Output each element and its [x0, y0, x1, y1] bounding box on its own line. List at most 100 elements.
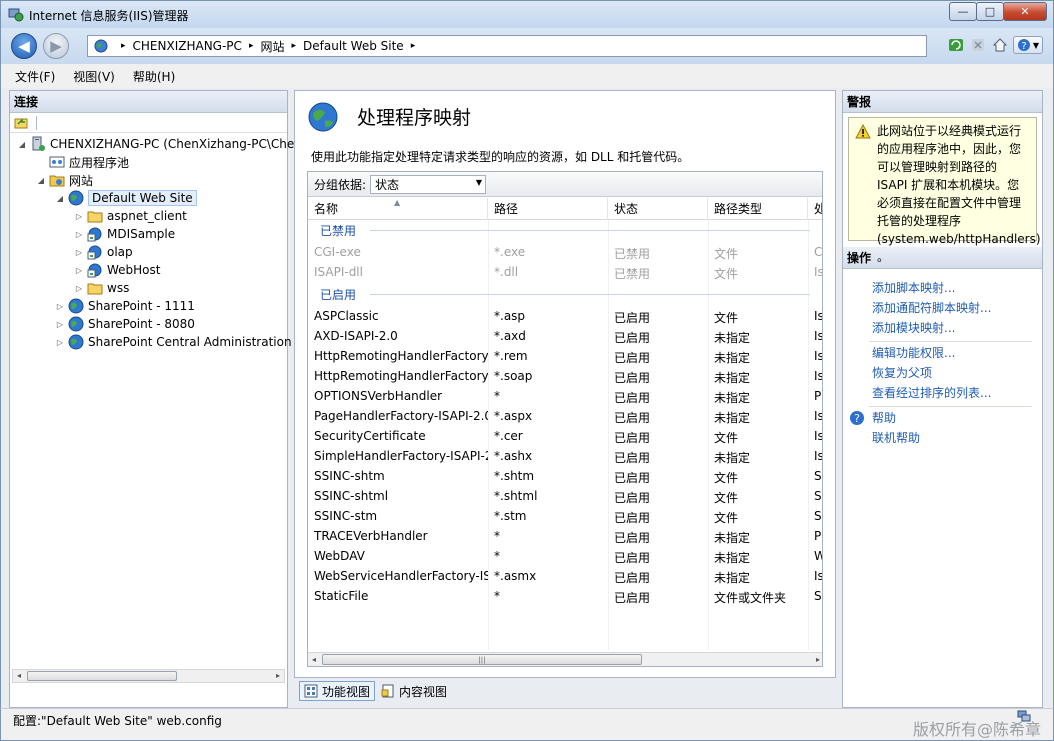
- tree-node[interactable]: ▷ SharePoint Central Administration v3: [54, 333, 310, 351]
- table-row[interactable]: PageHandlerFactory-ISAPI-2.0 *.aspx 已启用 未指定…: [308, 406, 823, 426]
- table-row[interactable]: SSINC-shtm *.shtm 已启用 文件 Se: [308, 466, 822, 486]
- menu-view[interactable]: 视图(V): [73, 68, 115, 85]
- tab-features-view[interactable]: 功能视图: [299, 681, 376, 701]
- forward-button[interactable]: ▶: [43, 33, 69, 59]
- tree-expander-icon[interactable]: ▷: [73, 266, 85, 275]
- action-link[interactable]: 恢复为父项: [872, 364, 932, 381]
- tree-expander-icon[interactable]: ▷: [73, 248, 85, 257]
- tree-node-label: SharePoint - 8080: [88, 317, 195, 331]
- cell-handler: Se: [814, 489, 822, 503]
- table-row[interactable]: WebServiceHandlerFactory-IS... *.asmx 已启用 未…: [308, 566, 822, 586]
- table-row[interactable]: CGI-exe *.exe 已禁用 文件 C: [308, 242, 822, 262]
- table-row[interactable]: ISAPI-dll *.dll 已禁用 文件 Is: [308, 262, 822, 282]
- group-header[interactable]: 已禁用: [320, 222, 356, 239]
- cell-handler: Is: [814, 309, 823, 323]
- menu-file[interactable]: 文件(F): [15, 68, 55, 85]
- tree-horizontal-scrollbar[interactable]: ◂ ▸: [12, 669, 285, 683]
- cell-name: ASPClassic: [314, 309, 379, 323]
- table-row[interactable]: StaticFile * 已启用 文件或文件夹 St: [308, 586, 822, 606]
- address-bar[interactable]: ▸ CHENXIZHANG-PC ▸ 网站 ▸ Default Web Site…: [87, 35, 927, 57]
- help-link[interactable]: 帮助: [872, 409, 896, 426]
- maximize-button[interactable]: □: [976, 2, 1004, 21]
- cell-handler: Is: [814, 409, 823, 423]
- column-path-type[interactable]: 路径类型: [708, 198, 808, 220]
- back-button[interactable]: ◀: [11, 33, 37, 59]
- cell-name: TRACEVerbHandler: [314, 529, 428, 543]
- table-row[interactable]: SimpleHandlerFactory-ISAPI-2.0 *.ashx 已启用 未…: [308, 446, 822, 466]
- tree-node[interactable]: ▷ olap: [73, 243, 133, 261]
- close-button[interactable]: ✕: [1003, 2, 1047, 21]
- table-row[interactable]: ASPClassic *.asp 已启用 文件 Is: [308, 306, 823, 326]
- tree-node-label: MDISample: [107, 227, 176, 241]
- table-row[interactable]: SSINC-shtml *.shtml 已启用 文件 Se: [308, 486, 822, 506]
- menu-help[interactable]: 帮助(H): [133, 68, 175, 85]
- tree-expander-icon[interactable]: ▷: [73, 230, 85, 239]
- table-row[interactable]: HttpRemotingHandlerFactory... *.rem 已启用 未指定…: [308, 346, 822, 366]
- title-bar: Internet 信息服务(IIS)管理器 — □ ✕: [0, 0, 1054, 28]
- tree-expander-icon[interactable]: ◢: [35, 176, 47, 185]
- group-by-select[interactable]: 状态 ▼: [370, 174, 487, 194]
- table-row[interactable]: OPTIONSVerbHandler * 已启用 未指定 P: [308, 386, 822, 406]
- minimize-button[interactable]: —: [949, 2, 977, 21]
- online-help-link[interactable]: 联机帮助: [872, 429, 920, 446]
- table-row[interactable]: HttpRemotingHandlerFactory... *.soap 已启用 未指…: [308, 366, 822, 386]
- table-row[interactable]: AXD-ISAPI-2.0 *.axd 已启用 未指定 Is: [308, 326, 822, 346]
- scroll-left-arrow[interactable]: ◂: [13, 670, 25, 682]
- tree-expander-icon[interactable]: ◢: [16, 140, 28, 149]
- action-link[interactable]: 添加模块映射...: [872, 319, 955, 336]
- scroll-thumb[interactable]: [27, 671, 177, 681]
- tree-node[interactable]: ▷ SharePoint - 1111: [54, 297, 195, 315]
- cell-state: 已启用: [614, 371, 651, 385]
- scroll-right-arrow[interactable]: ▸: [272, 670, 284, 682]
- list-horizontal-scrollbar[interactable]: ◂ ||| ▸: [308, 652, 822, 666]
- tab-content-view[interactable]: 内容视图: [377, 681, 451, 701]
- table-row[interactable]: WebDAV * 已启用 未指定 W: [308, 546, 822, 566]
- column-path[interactable]: 路径: [488, 198, 608, 220]
- scroll-thumb[interactable]: |||: [322, 654, 642, 665]
- tree-expander-icon[interactable]: ▷: [73, 212, 85, 221]
- tree-node[interactable]: ◢ 网站: [35, 171, 93, 189]
- app-icon: [87, 244, 103, 260]
- breadcrumb-computer[interactable]: CHENXIZHANG-PC: [133, 39, 242, 53]
- tree-expander-icon[interactable]: ◢: [54, 194, 66, 203]
- group-header[interactable]: 已启用: [320, 286, 356, 303]
- group-by-label: 分组依据:: [314, 177, 367, 192]
- table-row[interactable]: TRACEVerbHandler * 已启用 未指定 P: [308, 526, 822, 546]
- cell-path: *.axd: [494, 329, 526, 343]
- connect-icon[interactable]: [14, 116, 28, 130]
- tree-expander-icon[interactable]: ▷: [54, 320, 66, 329]
- table-row[interactable]: SecurityCertificate *.cer 已启用 文件 Is: [308, 426, 822, 446]
- action-link[interactable]: 编辑功能权限...: [872, 344, 955, 361]
- tree-node[interactable]: ◢ Default Web Site: [54, 189, 197, 207]
- globe-icon: [68, 334, 84, 350]
- help-dropdown-button[interactable]: ? ▼: [1013, 36, 1043, 54]
- action-separator: [869, 406, 1032, 407]
- tree-expander-icon[interactable]: ▷: [73, 284, 85, 293]
- column-handler[interactable]: 处: [808, 198, 822, 220]
- home-icon[interactable]: [991, 36, 1009, 54]
- table-row[interactable]: SSINC-stm *.stm 已启用 文件 Se: [308, 506, 822, 526]
- action-link[interactable]: 查看经过排序的列表...: [872, 384, 991, 401]
- cell-name: PageHandlerFactory-ISAPI-2.0: [314, 409, 488, 423]
- scroll-right-arrow[interactable]: ▸: [812, 653, 822, 666]
- tree-node[interactable]: ◢ CHENXIZHANG-PC (ChenXizhang-PC\Chen: [16, 135, 302, 153]
- column-name[interactable]: 名称 ▲: [308, 198, 488, 220]
- column-state[interactable]: 状态: [608, 198, 708, 220]
- tree-node[interactable]: ▷ WebHost: [73, 261, 160, 279]
- tree-node[interactable]: ▷ aspnet_client: [73, 207, 187, 225]
- cell-handler: P: [814, 389, 822, 403]
- tree-node[interactable]: ▷ wss: [73, 279, 129, 297]
- breadcrumb-site[interactable]: Default Web Site: [303, 39, 404, 53]
- refresh-icon[interactable]: [947, 36, 965, 54]
- action-link[interactable]: 添加通配符脚本映射...: [872, 299, 991, 316]
- breadcrumb-sites[interactable]: 网站: [260, 38, 284, 55]
- action-link[interactable]: 添加脚本映射...: [872, 279, 955, 296]
- tree-expander-icon[interactable]: ▷: [54, 338, 66, 347]
- tree-expander-icon[interactable]: ▷: [54, 302, 66, 311]
- tree-node[interactable]: 应用程序池: [35, 153, 129, 171]
- scroll-left-arrow[interactable]: ◂: [308, 653, 320, 666]
- tree-node[interactable]: ▷ MDISample: [73, 225, 175, 243]
- cell-state: 已禁用: [614, 247, 651, 261]
- stop-icon[interactable]: [969, 36, 987, 54]
- tree-node[interactable]: ▷ SharePoint - 8080: [54, 315, 195, 333]
